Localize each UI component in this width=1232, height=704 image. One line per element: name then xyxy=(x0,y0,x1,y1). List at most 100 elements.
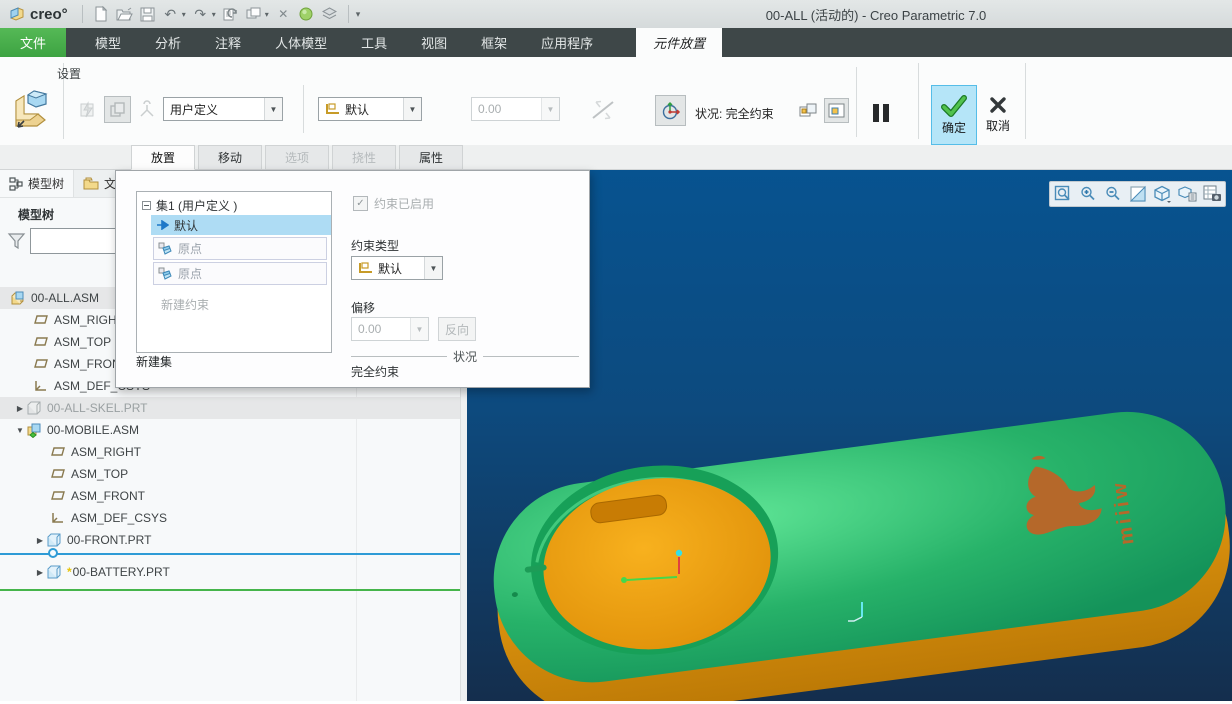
divider xyxy=(303,85,304,133)
display-style-icon[interactable] xyxy=(1151,183,1174,205)
zoom-in-icon[interactable] xyxy=(1076,183,1099,205)
origin-reference-row[interactable]: 原点 xyxy=(153,237,327,260)
predefined-set-button[interactable] xyxy=(104,96,131,123)
pause-button[interactable] xyxy=(866,99,896,127)
device-model[interactable]: miiiw xyxy=(481,392,1232,701)
tree-item-label: ASM_TOP xyxy=(71,467,128,481)
constraint-type-combobox[interactable]: 默认 ▼ xyxy=(318,97,422,121)
layers-icon[interactable] xyxy=(321,6,338,23)
tab-applications[interactable]: 应用程序 xyxy=(524,28,610,57)
tab-annotate[interactable]: 注释 xyxy=(198,28,258,57)
chevron-down-icon[interactable]: ▼ xyxy=(424,257,442,279)
tab-flexibility: 挠性 xyxy=(332,145,396,170)
open-file-icon[interactable] xyxy=(116,6,133,23)
3d-dragger-toggle-button[interactable] xyxy=(655,95,686,126)
current-arrow-icon xyxy=(156,220,169,230)
tab-view[interactable]: 视图 xyxy=(404,28,464,57)
tree-row-mobile-assembly[interactable]: ▼ 00-MOBILE.ASM xyxy=(0,419,460,441)
panel-offset-combobox: 0.00 ▼ xyxy=(351,317,429,341)
tab-tools[interactable]: 工具 xyxy=(344,28,404,57)
show-component-window-button[interactable] xyxy=(795,98,820,123)
constraint-set-node[interactable]: 集1 (用户定义 ) xyxy=(137,195,331,215)
modified-marker: * xyxy=(67,565,72,579)
cancel-label: 取消 xyxy=(986,117,1010,134)
tree-item-label: 00-ALL-SKEL.PRT xyxy=(47,401,148,415)
zoom-out-icon[interactable] xyxy=(1101,183,1124,205)
tab-model[interactable]: 模型 xyxy=(78,28,138,57)
ok-button[interactable]: 确定 xyxy=(931,85,977,145)
drag-target-line xyxy=(0,589,460,591)
tab-placement[interactable]: 放置 xyxy=(131,145,195,170)
offset-combobox: 0.00 ▼ xyxy=(471,97,560,121)
datum-ref-icon xyxy=(158,267,173,281)
close-window-icon[interactable]: ✕ xyxy=(275,6,292,23)
repaint-icon[interactable] xyxy=(1126,183,1149,205)
divider xyxy=(348,5,349,23)
tree-row-front-part[interactable]: ▶ 00-FRONT.PRT xyxy=(0,529,460,551)
tree-row-datum-plane[interactable]: ASM_FRONT xyxy=(0,485,510,507)
constraint-set-tree[interactable]: 集1 (用户定义 ) 默认 原点 原点 新建约束 xyxy=(136,191,332,353)
collapse-icon[interactable]: ▼ xyxy=(14,426,26,435)
saved-orientations-icon[interactable] xyxy=(1176,183,1199,205)
default-constraint-icon xyxy=(358,261,374,275)
filter-icon[interactable] xyxy=(7,232,26,250)
show-in-assembly-window-button[interactable] xyxy=(824,98,849,123)
quick-access-toolbar: ↶ ▾ ↷ ▾ ▾ ✕ ▾ xyxy=(78,5,361,23)
cancel-x-icon xyxy=(988,95,1008,115)
windows-dropdown-icon[interactable]: ▾ xyxy=(265,10,269,19)
insertion-indicator-line[interactable] xyxy=(0,553,460,555)
tree-row-csys[interactable]: ASM_DEF_CSYS xyxy=(0,507,510,529)
app-logo-text: creo° xyxy=(30,6,68,23)
zoom-box-icon[interactable] xyxy=(1051,183,1074,205)
expand-icon[interactable]: ▶ xyxy=(14,404,26,413)
undo-icon[interactable]: ↶ xyxy=(162,6,179,23)
origin-reference-row[interactable]: 原点 xyxy=(153,262,327,285)
coordinate-system-icon xyxy=(33,378,49,394)
ribbon-group-label: 设置 xyxy=(57,65,81,82)
collapse-box-icon[interactable] xyxy=(142,201,151,210)
datum-plane-icon xyxy=(33,356,49,372)
status-group-label: 状况 xyxy=(453,348,477,365)
redo-icon[interactable]: ↷ xyxy=(192,6,209,23)
redo-dropdown-icon[interactable]: ▾ xyxy=(212,10,216,19)
tab-analysis[interactable]: 分析 xyxy=(138,28,198,57)
new-file-icon[interactable] xyxy=(93,6,110,23)
active-constraint-row[interactable]: 默认 xyxy=(151,215,331,235)
save-icon[interactable] xyxy=(139,6,156,23)
undo-dropdown-icon[interactable]: ▾ xyxy=(182,10,186,19)
tab-manikin[interactable]: 人体模型 xyxy=(258,28,344,57)
placement-preset-combobox[interactable]: 用户定义 ▼ xyxy=(163,97,283,121)
tab-file[interactable]: 文件 xyxy=(0,28,66,57)
model-tree-tab-label: 模型树 xyxy=(28,175,64,192)
view-manager-icon[interactable] xyxy=(1201,183,1224,205)
tab-component-placement[interactable]: 元件放置 xyxy=(636,28,722,57)
chevron-down-icon[interactable]: ▼ xyxy=(403,98,421,120)
insertion-indicator-knob[interactable] xyxy=(48,548,58,558)
windows-icon[interactable] xyxy=(245,6,262,23)
tree-row-datum-plane[interactable]: ASM_TOP xyxy=(0,463,510,485)
datum-plane-icon xyxy=(50,488,66,504)
chevron-down-icon[interactable]: ▼ xyxy=(264,98,282,120)
tree-item-label: ASM_DEF_CSYS xyxy=(71,511,167,525)
model-tree-icon xyxy=(9,177,23,191)
new-set-link[interactable]: 新建集 xyxy=(136,353,172,370)
tree-row-datum-plane[interactable]: ASM_RIGHT xyxy=(0,441,510,463)
expand-icon[interactable]: ▶ xyxy=(34,536,46,545)
divider xyxy=(856,67,857,137)
datum-plane-icon xyxy=(50,444,66,460)
resume-icon[interactable] xyxy=(298,6,315,23)
tree-row-skeleton-part[interactable]: ▶ 00-ALL-SKEL.PRT xyxy=(0,397,460,419)
panel-constraint-type-combobox[interactable]: 默认 ▼ xyxy=(351,256,443,280)
tab-model-tree[interactable]: 模型树 xyxy=(0,170,74,197)
toolbar-options-icon[interactable]: ▾ xyxy=(356,9,361,20)
expand-icon[interactable]: ▶ xyxy=(34,568,46,577)
tab-framework[interactable]: 框架 xyxy=(464,28,524,57)
tree-item-label: ASM_RIGHT xyxy=(54,313,124,327)
tree-row-battery-part[interactable]: ▶ * 00-BATTERY.PRT xyxy=(0,561,460,583)
tab-properties[interactable]: 属性 xyxy=(399,145,463,170)
constraint-properties: ✓ 约束已启用 约束类型 默认 ▼ 偏移 0.00 ▼ 反向 状况 完全约束 xyxy=(351,171,581,389)
regenerate-icon[interactable] xyxy=(222,6,239,23)
cancel-button[interactable]: 取消 xyxy=(978,85,1018,143)
tab-move[interactable]: 移动 xyxy=(198,145,262,170)
constraint-status-text: 状况: 完全约束 xyxy=(695,105,774,122)
